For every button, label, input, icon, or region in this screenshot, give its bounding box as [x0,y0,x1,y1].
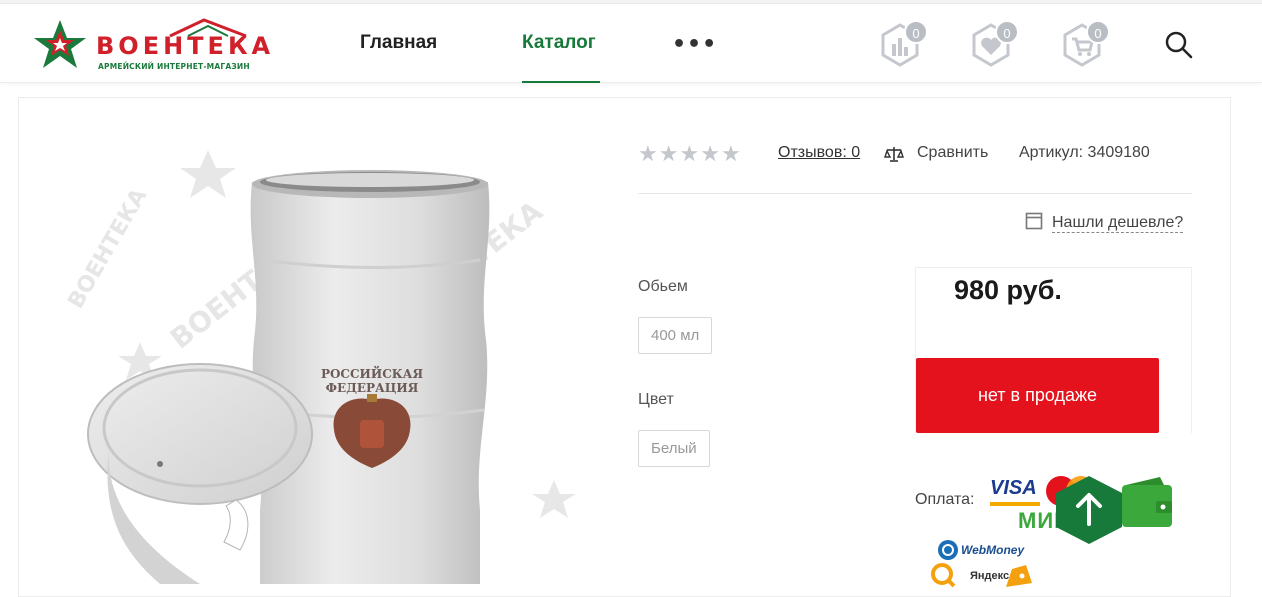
webmoney-icon [938,540,958,560]
cart-header-button[interactable]: 0 [1062,20,1110,72]
color-label: Цвет [638,391,674,408]
star-icon[interactable]: ★ [721,144,741,166]
star-logo-icon [34,20,86,68]
wallet-icon [1122,477,1172,527]
nav-more-button[interactable]: ••• [672,32,717,57]
nav-item-catalog[interactable]: Каталог [522,32,596,54]
nav-item-home[interactable]: Главная [360,32,437,54]
svg-text:ВОЕНТЕКА: ВОЕНТЕКА [64,184,153,313]
site-header: ВОЕНТЕКА АРМЕЙСКИЙ ИНТЕРНЕТ-МАГАЗИН Глав… [0,4,1262,83]
volume-option[interactable]: 400 мл [638,317,713,354]
product-image[interactable]: ВОЕНТЕКА ВОЕНТЕКА ВОЕНТЕКА ВОЕНТЕКА РОСС… [40,110,600,584]
color-option[interactable]: Белый [638,430,710,467]
mug-illustration: ВОЕНТЕКА ВОЕНТЕКА ВОЕНТЕКА ВОЕНТЕКА РОСС… [64,150,576,584]
divider [638,193,1192,194]
favorites-count-badge: 0 [995,20,1019,44]
compare-count-badge: 0 [904,20,928,44]
cart-count-badge: 0 [1086,20,1110,44]
star-icon[interactable]: ★ [679,144,699,166]
nav-active-indicator [522,81,600,83]
logo[interactable]: ВОЕНТЕКА АРМЕЙСКИЙ ИНТЕРНЕТ-МАГАЗИН [30,16,270,76]
scales-icon[interactable] [884,145,904,163]
mug-text-line2: ФЕДЕРАЦИЯ [326,381,419,395]
star-icon[interactable]: ★ [700,144,720,166]
logo-tagline: АРМЕЙСКИЙ ИНТЕРНЕТ-МАГАЗИН [98,62,250,71]
article-number: Артикул: 3409180 [1019,144,1150,161]
search-button[interactable] [1164,30,1194,60]
webmoney-logo: WebMoney [961,543,1025,557]
scroll-top-button[interactable] [1052,474,1126,546]
star-icon[interactable]: ★ [659,144,679,166]
payment-label: Оплата: [915,491,975,508]
mug-text-line1: РОССИЙСКАЯ [321,365,423,381]
logo-wordmark: ВОЕНТЕКА [96,32,275,60]
volume-label: Обьем [638,278,688,295]
yandex-wallet-icon [1006,565,1032,587]
favorites-header-button[interactable]: 0 [971,20,1019,72]
buy-button[interactable]: нет в продаже [916,358,1159,433]
reviews-link[interactable]: Отзывов: 0 [778,144,860,162]
star-icon[interactable]: ★ [638,144,658,166]
rating-stars[interactable]: ★★★★★ [638,144,742,166]
search-icon [1165,31,1193,59]
qiwi-icon [931,563,956,588]
product-price: 980 руб. [954,275,1062,305]
found-cheaper-link[interactable]: Нашли дешевле? [1052,213,1184,233]
compare-link[interactable]: Сравнить [917,144,988,162]
visa-logo: VISA [990,477,1037,499]
compare-header-button[interactable]: 0 [880,20,928,72]
window-icon[interactable] [1025,212,1043,230]
visa-logo-stripe [990,502,1040,506]
